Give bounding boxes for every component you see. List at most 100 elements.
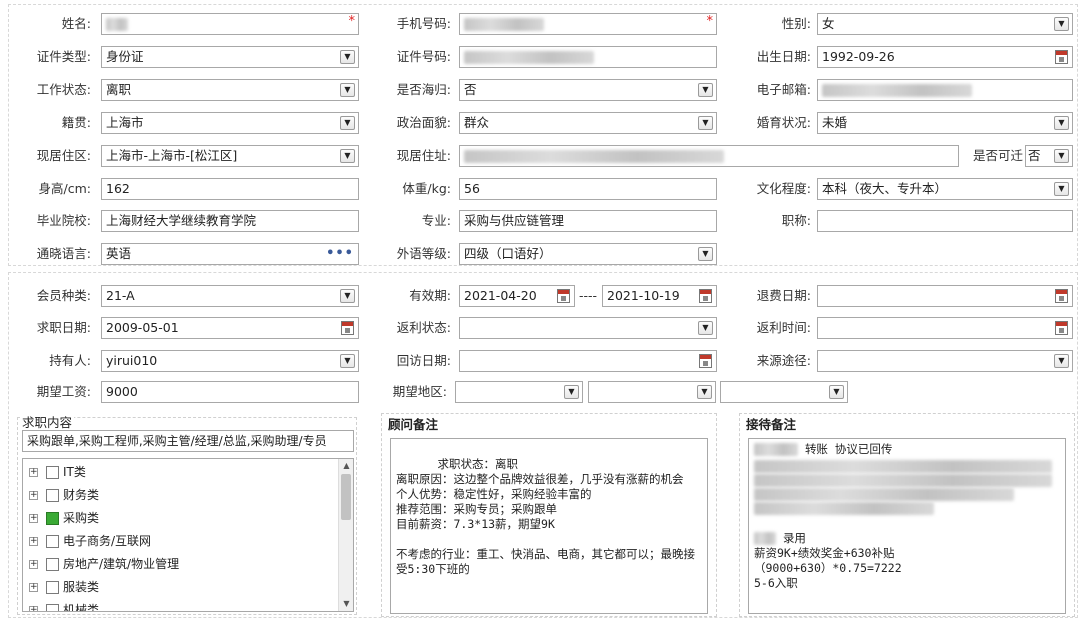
chevron-down-icon[interactable]: ▼ (340, 149, 355, 163)
language-input[interactable]: 英语 ••• (101, 243, 359, 265)
id-type-select[interactable]: 身份证 ▼ (101, 46, 359, 68)
expand-plus-icon[interactable]: + (29, 606, 38, 611)
checkbox-icon[interactable] (46, 489, 59, 502)
chevron-down-icon[interactable]: ▼ (698, 83, 713, 97)
calendar-icon[interactable] (1055, 289, 1068, 303)
tree-item-machinery[interactable]: + 机械类 (29, 599, 99, 611)
gender-select[interactable]: 女 ▼ (817, 13, 1073, 35)
calendar-icon[interactable] (699, 354, 712, 368)
political-select[interactable]: 群众 ▼ (459, 112, 717, 134)
region-province-select[interactable]: ▼ (455, 381, 583, 403)
expand-plus-icon[interactable]: + (29, 560, 38, 569)
phone-input[interactable]: * (459, 13, 717, 35)
title-input[interactable] (817, 210, 1073, 232)
chevron-down-icon[interactable]: ▼ (1054, 354, 1069, 368)
expand-plus-icon[interactable]: + (29, 514, 38, 523)
weight-input[interactable]: 56 (459, 178, 717, 200)
education-select[interactable]: 本科（夜大、专升本） ▼ (817, 178, 1073, 200)
source-select[interactable]: ▼ (817, 350, 1073, 372)
holder-select[interactable]: yirui010 ▼ (101, 350, 359, 372)
school-input[interactable]: 上海财经大学继续教育学院 (101, 210, 359, 232)
relocate-select[interactable]: 否 ▼ (1025, 145, 1073, 167)
job-date-input[interactable]: 2009-05-01 (101, 317, 359, 339)
chevron-down-icon[interactable]: ▼ (698, 116, 713, 130)
calendar-icon[interactable] (1055, 50, 1068, 64)
chevron-down-icon[interactable]: ▼ (340, 289, 355, 303)
chevron-down-icon[interactable]: ▼ (340, 83, 355, 97)
tree-scrollbar[interactable]: ▲ ▼ (338, 459, 353, 611)
calendar-icon[interactable] (699, 289, 712, 303)
height-input[interactable]: 162 (101, 178, 359, 200)
tree-item-finance[interactable]: + 财务类 (29, 484, 99, 506)
consultant-note-textarea[interactable]: 求职状态：离职 离职原因：这边整个品牌效益很差，几乎没有涨薪的机会 个人优势：稳… (390, 438, 708, 614)
expand-plus-icon[interactable]: + (29, 583, 38, 592)
tree-item-procurement[interactable]: + 采购类 (29, 507, 99, 529)
marital-select[interactable]: 未婚 ▼ (817, 112, 1073, 134)
checkbox-icon[interactable] (46, 466, 59, 479)
relocate-value: 否 (1028, 148, 1041, 163)
job-category-tree[interactable]: + IT类 + 财务类 + 采购类 + 电子商务/互联网 + 房地产/建筑/物业管理 + 服… (22, 458, 354, 612)
chevron-down-icon[interactable]: ▼ (564, 385, 579, 399)
checkbox-icon[interactable] (46, 581, 59, 594)
chevron-down-icon[interactable]: ▼ (698, 247, 713, 261)
job-content-selected[interactable]: 采购跟单,采购工程师,采购主管/经理/总监,采购助理/专员 (22, 430, 354, 452)
political-value: 群众 (464, 115, 490, 130)
origin-select[interactable]: 上海市 ▼ (101, 112, 359, 134)
rebate-status-select[interactable]: ▼ (459, 317, 717, 339)
calendar-icon[interactable] (557, 289, 570, 303)
name-input[interactable]: * (101, 13, 359, 35)
address-input[interactable] (459, 145, 959, 167)
calendar-icon[interactable] (1055, 321, 1068, 335)
lang-level-select[interactable]: 四级（口语好） ▼ (459, 243, 717, 265)
chevron-down-icon[interactable]: ▼ (1054, 182, 1069, 196)
reception-note-panel: 接待备注 转账 协议已回传 录用 薪资9K+绩效奖金+630补贴 （9000+6… (739, 413, 1075, 617)
chevron-down-icon[interactable]: ▼ (829, 385, 844, 399)
expand-plus-icon[interactable]: + (29, 537, 38, 546)
chevron-down-icon[interactable]: ▼ (340, 50, 355, 64)
chevron-down-icon[interactable]: ▼ (697, 385, 712, 399)
validity-to-value: 2021-10-19 (607, 288, 680, 303)
refund-date-input[interactable] (817, 285, 1073, 307)
validity-to-input[interactable]: 2021-10-19 (602, 285, 717, 307)
reception-note-textarea[interactable]: 转账 协议已回传 录用 薪资9K+绩效奖金+630补贴 （9000+630）*0… (748, 438, 1066, 614)
major-input[interactable]: 采购与供应链管理 (459, 210, 717, 232)
expand-plus-icon[interactable]: + (29, 491, 38, 500)
visit-date-input[interactable] (459, 350, 717, 372)
region-city-select[interactable]: ▼ (588, 381, 716, 403)
tree-item-ecommerce[interactable]: + 电子商务/互联网 (29, 530, 151, 552)
checkbox-icon[interactable] (46, 558, 59, 571)
scroll-up-icon[interactable]: ▲ (339, 459, 353, 473)
tree-item-realestate[interactable]: + 房地产/建筑/物业管理 (29, 553, 179, 575)
tree-item-apparel[interactable]: + 服装类 (29, 576, 99, 598)
validity-from-input[interactable]: 2021-04-20 (459, 285, 575, 307)
checkbox-icon[interactable] (46, 604, 59, 611)
region-district-select[interactable]: ▼ (720, 381, 848, 403)
scrollbar-thumb[interactable] (341, 474, 351, 520)
more-options-icon[interactable]: ••• (326, 244, 354, 264)
member-type-select[interactable]: 21-A ▼ (101, 285, 359, 307)
salary-input[interactable]: 9000 (101, 381, 359, 403)
chevron-down-icon[interactable]: ▼ (1054, 17, 1069, 31)
chevron-down-icon[interactable]: ▼ (1054, 116, 1069, 130)
rebate-time-input[interactable] (817, 317, 1073, 339)
chevron-down-icon[interactable]: ▼ (340, 354, 355, 368)
calendar-icon[interactable] (341, 321, 354, 335)
email-input[interactable] (817, 79, 1073, 101)
chevron-down-icon[interactable]: ▼ (1054, 149, 1069, 163)
returnee-select[interactable]: 否 ▼ (459, 79, 717, 101)
id-no-redacted (464, 51, 594, 64)
tree-item-it[interactable]: + IT类 (29, 461, 86, 483)
checkbox-checked-icon[interactable] (46, 512, 59, 525)
work-status-select[interactable]: 离职 ▼ (101, 79, 359, 101)
checkbox-icon[interactable] (46, 535, 59, 548)
scroll-down-icon[interactable]: ▼ (339, 597, 353, 611)
lang-level-label: 外语等级: (396, 246, 451, 261)
birth-date-input[interactable]: 1992-09-26 (817, 46, 1073, 68)
id-type-value: 身份证 (106, 49, 144, 64)
residence-select[interactable]: 上海市-上海市-[松江区] ▼ (101, 145, 359, 167)
expand-plus-icon[interactable]: + (29, 468, 38, 477)
chevron-down-icon[interactable]: ▼ (340, 116, 355, 130)
job-content-panel: 求职内容 采购跟单,采购工程师,采购主管/经理/总监,采购助理/专员 + IT类 … (17, 412, 357, 615)
chevron-down-icon[interactable]: ▼ (698, 321, 713, 335)
id-no-input[interactable] (459, 46, 717, 68)
